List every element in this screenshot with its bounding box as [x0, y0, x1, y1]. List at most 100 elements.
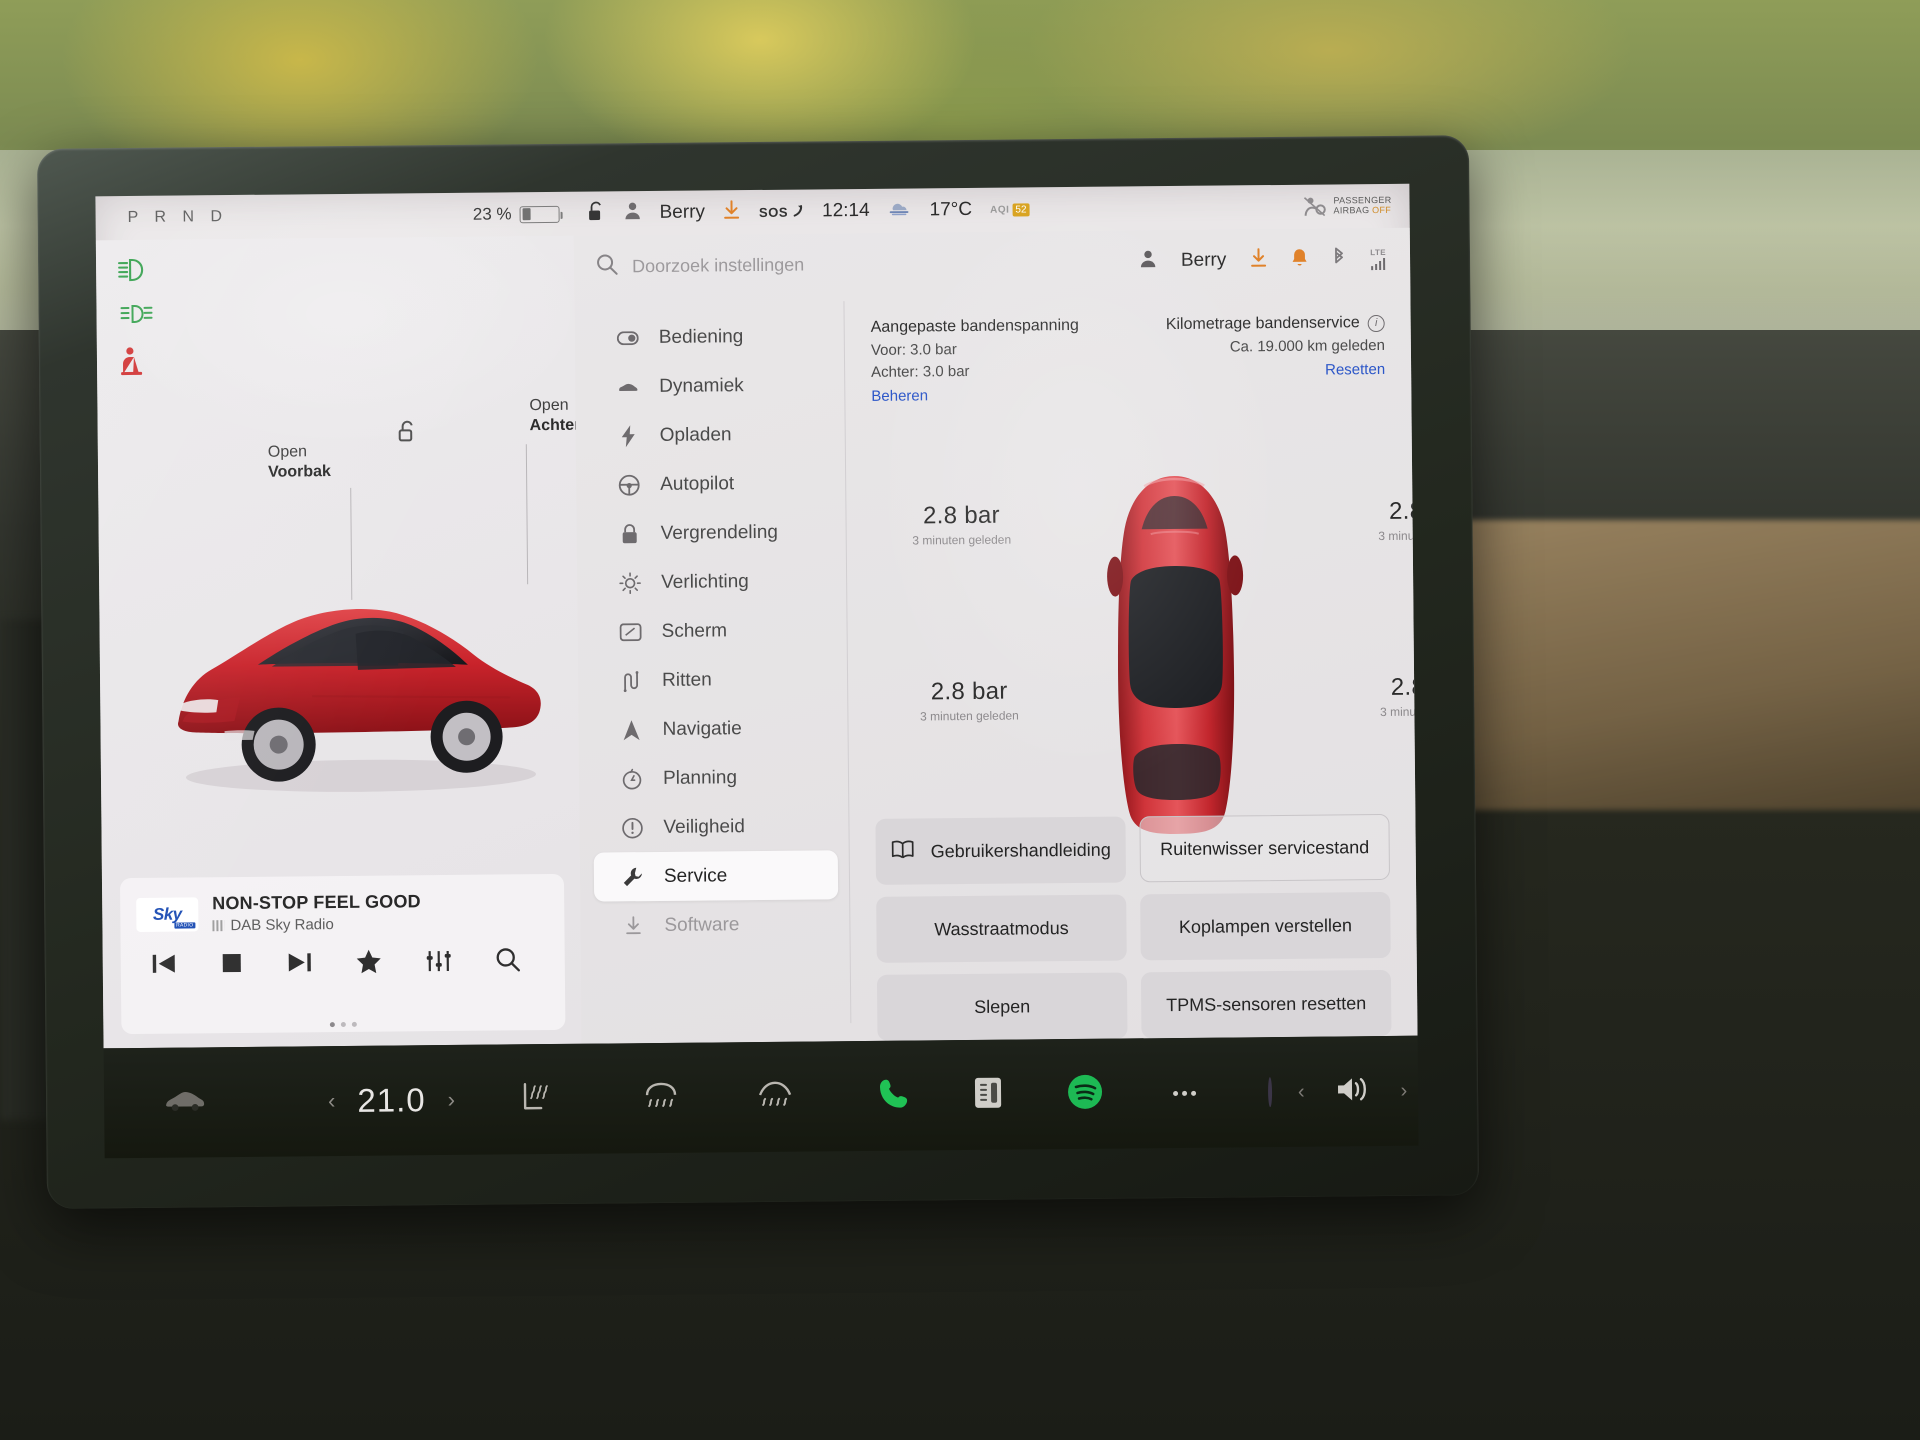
station-logo-sub: RADIO — [174, 921, 196, 929]
mileage-value: Ca. 19.000 km geleden — [1229, 336, 1385, 356]
media-player-card[interactable]: Sky RADIO NON-STOP FEEL GOOD DAB Sky Rad… — [119, 873, 566, 1035]
dab-signal-icon — [212, 920, 225, 932]
volume-icon[interactable] — [1334, 1074, 1370, 1109]
defrost-front-icon[interactable] — [757, 1080, 793, 1113]
tire-rear-left[interactable]: 2.8 bar 3 minuten geleden — [894, 677, 1044, 724]
menu-item-navigatie[interactable]: Navigatie — [592, 703, 836, 754]
volume-increase-button[interactable]: › — [1401, 1079, 1408, 1102]
menu-item-veiligheid[interactable]: Veiligheid — [593, 801, 837, 852]
aqi-value: 52 — [1012, 202, 1030, 217]
menu-item-software[interactable]: Software — [594, 899, 838, 950]
button-label: TPMS-sensoren resetten — [1166, 992, 1367, 1015]
profile-avatar-icon[interactable] — [1139, 249, 1157, 273]
temp-decrease-button[interactable]: ‹ — [328, 1088, 336, 1114]
wiper-service-mode-button[interactable]: Ruitenwisser servicestand — [1139, 813, 1391, 883]
cellular-signal[interactable]: LTE — [1370, 247, 1387, 271]
book-icon — [891, 839, 915, 864]
bluetooth-icon[interactable] — [1332, 247, 1346, 272]
search-media-button[interactable] — [496, 947, 521, 977]
equalizer-button[interactable] — [426, 949, 452, 976]
menu-item-dynamiek[interactable]: Dynamiek — [589, 360, 833, 411]
menu-item-bediening[interactable]: Bediening — [589, 311, 833, 362]
volume-decrease-button[interactable]: ‹ — [1298, 1080, 1305, 1103]
menu-item-scherm[interactable]: Scherm — [591, 605, 835, 656]
tpms-reset-button[interactable]: TPMS-sensoren resetten — [1140, 969, 1392, 1039]
temp-increase-button[interactable]: › — [448, 1087, 456, 1113]
next-track-button[interactable] — [286, 951, 312, 978]
camera-icon[interactable] — [1267, 1077, 1273, 1108]
button-label: Gebruikershandleiding — [930, 839, 1111, 861]
search-icon — [596, 253, 618, 280]
car-wash-mode-button[interactable]: Wasstraatmodus — [876, 894, 1127, 963]
reset-mileage-link[interactable]: Resetten — [1166, 361, 1385, 380]
menu-item-autopilot[interactable]: Autopilot — [590, 458, 834, 509]
menu-item-service[interactable]: Service — [593, 850, 839, 902]
media-page-dots[interactable] — [329, 1021, 357, 1028]
touchscreen-bezel: P R N D 23 % Berry SOS 12:14 17°C AQI 52… — [36, 135, 1480, 1209]
previous-track-button[interactable] — [151, 952, 177, 979]
more-icon[interactable] — [1172, 1090, 1196, 1096]
battery-indicator[interactable]: 23 % — [473, 204, 574, 225]
battery-percent: 23 % — [472, 204, 512, 224]
manage-pressure-link[interactable]: Beheren — [871, 386, 1079, 405]
menu-label: Planning — [662, 766, 738, 789]
open-frunk-button[interactable]: Open Voorbak — [268, 442, 331, 483]
profile-name[interactable]: Berry — [659, 201, 705, 223]
defrost-rear-icon[interactable] — [643, 1081, 679, 1114]
settings-profile-name[interactable]: Berry — [1181, 249, 1227, 271]
driver-temp-value: 21.0 — [357, 1081, 426, 1119]
user-manual-button[interactable]: Gebruikershandleiding — [875, 816, 1127, 885]
menu-item-ritten[interactable]: Ritten — [592, 654, 836, 705]
menu-item-opladen[interactable]: Opladen — [589, 409, 833, 460]
gear-indicator: P R N D — [127, 208, 229, 227]
menu-item-verlichting[interactable]: Verlichting — [591, 556, 835, 607]
search-input-placeholder[interactable]: Doorzoek instellingen — [632, 254, 804, 277]
battery-icon — [519, 205, 560, 223]
media-now-playing: Sky RADIO NON-STOP FEEL GOOD DAB Sky Rad… — [120, 874, 565, 935]
navigation-arrow-icon — [620, 719, 642, 741]
tire-rear-right[interactable]: 2.8 bar 3 minuten geleden — [1354, 673, 1418, 719]
bolt-icon — [618, 424, 640, 447]
bell-icon[interactable] — [1291, 247, 1308, 272]
tire-front-left[interactable]: 2.8 bar 3 minuten geleden — [886, 501, 1036, 548]
air-quality-indicator[interactable]: AQI 52 — [990, 202, 1030, 217]
seat-heater-icon[interactable] — [517, 1082, 551, 1117]
car-icon[interactable] — [164, 1088, 206, 1117]
menu-label: Veiligheid — [663, 815, 745, 838]
route-icon — [620, 670, 642, 692]
menu-label: Verlichting — [661, 570, 749, 593]
media-icon[interactable] — [973, 1075, 1003, 1114]
clock: 12:14 — [821, 199, 870, 222]
lock-status-icon[interactable] — [398, 419, 420, 450]
vehicle-illustration — [178, 608, 541, 792]
software-download-icon[interactable] — [1250, 247, 1267, 273]
phone-icon[interactable] — [877, 1076, 911, 1115]
tesla-touchscreen[interactable]: P R N D 23 % Berry SOS 12:14 17°C AQI 52… — [95, 183, 1418, 1049]
software-download-icon[interactable] — [723, 199, 741, 225]
unlock-icon[interactable] — [587, 200, 605, 227]
menu-item-vergrendeling[interactable]: Vergrendeling — [590, 507, 834, 558]
tow-mode-button[interactable]: Slepen — [876, 972, 1128, 1041]
info-icon[interactable]: i — [1367, 314, 1385, 332]
low-beam-headlight-icon — [117, 258, 154, 282]
menu-item-planning[interactable]: Planning — [593, 752, 837, 803]
status-bar-right: Berry SOS 12:14 17°C AQI 52 PASSENGER AI… — [573, 192, 1409, 227]
service-content: Aangepaste bandenspanning Voor: 3.0 bar … — [844, 290, 1418, 1041]
seatbelt-warning-icon — [119, 346, 155, 376]
headlight-adjust-button[interactable]: Koplampen verstellen — [1140, 891, 1391, 961]
menu-label: Scherm — [661, 619, 728, 642]
tire-pressure-diagram: 2.8 bar 3 minuten geleden 2.8 bar 3 minu… — [872, 410, 1418, 834]
aqi-label: AQI — [990, 204, 1010, 216]
spotify-icon[interactable] — [1067, 1073, 1103, 1114]
sos-button[interactable]: SOS — [759, 204, 804, 219]
search-settings[interactable]: Doorzoek instellingen — [596, 248, 1139, 280]
profile-avatar-icon[interactable] — [623, 201, 641, 225]
stop-button[interactable] — [220, 951, 242, 978]
driver-temperature-control[interactable]: ‹ 21.0 › — [328, 1081, 455, 1120]
network-type-label: LTE — [1370, 247, 1387, 258]
tire-front-right[interactable]: 2.8 bar 3 minuten geleden — [1352, 497, 1417, 543]
tire-pressure-value: 2.8 bar — [1388, 497, 1418, 525]
favorites-button[interactable] — [356, 949, 382, 979]
signal-bars-icon — [1371, 257, 1386, 271]
rear-pressure-value: Achter: 3.0 bar — [871, 362, 970, 381]
